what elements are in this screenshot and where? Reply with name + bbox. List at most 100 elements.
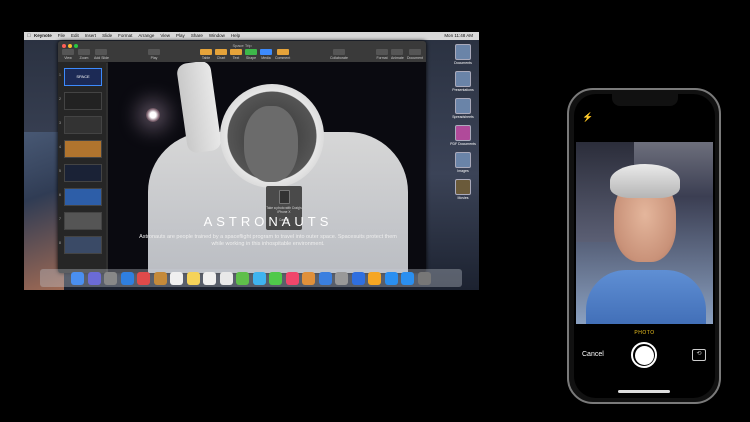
- dock-app-icon[interactable]: [285, 271, 299, 285]
- dock-app-icon[interactable]: [137, 271, 151, 285]
- toolbar-format-button[interactable]: Format: [376, 49, 388, 60]
- dock-app-icon[interactable]: [186, 271, 200, 285]
- toolbar-animate-button[interactable]: Animate: [391, 49, 404, 60]
- slide-number: 5: [59, 169, 61, 173]
- dock-app-icon[interactable]: [335, 271, 349, 285]
- flash-icon[interactable]: ⚡: [582, 112, 593, 123]
- mac-screen:  Keynote File Edit Insert Slide Format …: [24, 32, 479, 290]
- desktop-folder-spreadsheets[interactable]: Spreadsheets: [452, 98, 474, 119]
- folder-icon: [454, 44, 471, 60]
- slide-thumbnail[interactable]: 1 SPACE: [59, 68, 102, 86]
- chart-icon: [215, 49, 227, 55]
- menu-bar:  Keynote File Edit Insert Slide Format …: [24, 32, 479, 40]
- slide-number: 7: [59, 217, 61, 221]
- slide-thumbnail[interactable]: 7: [59, 212, 102, 230]
- dock-app-icon[interactable]: [302, 271, 316, 285]
- shutter-inner: [634, 345, 654, 365]
- dock-app-icon[interactable]: [170, 271, 184, 285]
- toolbar-collaborate-button[interactable]: Collaborate: [330, 49, 348, 60]
- toolbar-add-slide-button[interactable]: Add Slide: [94, 49, 109, 60]
- slide-thumbnail[interactable]: 3: [59, 116, 102, 134]
- menu-insert[interactable]: Insert: [85, 32, 96, 40]
- format-icon: [376, 49, 388, 55]
- toolbar-text-button[interactable]: Text: [230, 49, 242, 60]
- slide-thumbnail[interactable]: 5: [59, 164, 102, 182]
- desktop-folder-documents[interactable]: Documents: [454, 44, 472, 65]
- toolbar-label: Collaborate: [330, 56, 348, 60]
- toolbar-shape-button[interactable]: Shape: [245, 49, 257, 60]
- menu-edit[interactable]: Edit: [71, 32, 79, 40]
- slide-number: 3: [59, 121, 61, 125]
- toolbar-document-button[interactable]: Document: [407, 49, 423, 60]
- slide-number: 4: [59, 145, 61, 149]
- toolbar-zoom-button[interactable]: Zoom: [78, 49, 90, 60]
- desktop-folder-images[interactable]: Images: [455, 152, 471, 173]
- camera-mode-label[interactable]: PHOTO: [574, 330, 715, 336]
- menu-play[interactable]: Play: [176, 32, 185, 40]
- dock-app-icon[interactable]: [351, 271, 365, 285]
- apple-menu-icon[interactable]: : [24, 32, 34, 40]
- toolbar-view-button[interactable]: View: [62, 49, 74, 60]
- slide-canvas[interactable]: Take a photo with Craig's iPhone X Cance…: [108, 62, 426, 273]
- slide-thumbnail[interactable]: 8: [59, 236, 102, 254]
- slide-number: 8: [59, 241, 61, 245]
- menu-clock[interactable]: Mon 11:48 AM: [444, 32, 473, 40]
- toolbar-label: Table: [201, 56, 211, 60]
- toolbar-table-button[interactable]: Table: [200, 49, 212, 60]
- helmet-visor: [244, 106, 298, 182]
- menu-slide[interactable]: Slide: [102, 32, 112, 40]
- menu-help[interactable]: Help: [231, 32, 240, 40]
- desktop-folder-pdf-documents[interactable]: PDF Documents: [450, 125, 476, 146]
- toolbar-chart-button[interactable]: Chart: [215, 49, 227, 60]
- toolbar-comment-button[interactable]: Comment: [275, 49, 290, 60]
- text-icon: [230, 49, 242, 55]
- dock-app-icon[interactable]: [236, 271, 250, 285]
- slide-body-text[interactable]: Astronauts are people trained by a space…: [138, 234, 398, 248]
- toolbar-label: Zoom: [79, 56, 89, 60]
- slide-thumbnail-text: SPACE: [76, 74, 90, 79]
- dock-app-icon[interactable]: [318, 271, 332, 285]
- dock-app-icon[interactable]: [401, 271, 415, 285]
- slide-thumbnail[interactable]: 2: [59, 92, 102, 110]
- toolbar-label: Media: [261, 56, 271, 60]
- dock-app-icon[interactable]: [417, 271, 431, 285]
- dock-app-icon[interactable]: [104, 271, 118, 285]
- dock-app-icon[interactable]: [269, 271, 283, 285]
- menu-app-keynote[interactable]: Keynote: [34, 32, 52, 40]
- dock-app-icon[interactable]: [120, 271, 134, 285]
- menu-format[interactable]: Format: [118, 32, 132, 40]
- desktop-folders: Documents Presentations Spreadsheets PDF…: [448, 44, 478, 206]
- slide-title[interactable]: ASTRONAUTS: [108, 214, 426, 229]
- toolbar-label: Text: [232, 56, 240, 60]
- slide-thumbnail[interactable]: 6: [59, 188, 102, 206]
- toolbar-play-button[interactable]: Play: [148, 49, 160, 60]
- dock-app-icon[interactable]: [252, 271, 266, 285]
- iphone-camera-screen: ⚡ PHOTO Cancel ⟲: [574, 94, 715, 398]
- camera-preview: [576, 142, 713, 324]
- menu-window[interactable]: Window: [209, 32, 225, 40]
- menu-arrange[interactable]: Arrange: [138, 32, 154, 40]
- home-indicator[interactable]: [618, 390, 670, 393]
- zoom-icon: [78, 49, 90, 55]
- camera-cancel-button[interactable]: Cancel: [582, 351, 604, 358]
- toolbar-label: Add Slide: [94, 56, 109, 60]
- desktop-folder-presentations[interactable]: Presentations: [452, 71, 474, 92]
- dock-app-icon[interactable]: [87, 271, 101, 285]
- dock-app-icon[interactable]: [203, 271, 217, 285]
- shutter-button[interactable]: [631, 342, 657, 368]
- dock-app-icon[interactable]: [384, 271, 398, 285]
- dock-app-icon[interactable]: [368, 271, 382, 285]
- slide-thumbnail[interactable]: 4: [59, 140, 102, 158]
- toolbar-media-button[interactable]: Media: [260, 49, 272, 60]
- desktop-folder-movies[interactable]: Movies: [455, 179, 471, 200]
- menu-share[interactable]: Share: [191, 32, 203, 40]
- toolbar-label: Document: [407, 56, 423, 60]
- view-icon: [62, 49, 74, 55]
- dock-app-icon[interactable]: [219, 271, 233, 285]
- switch-camera-icon[interactable]: ⟲: [692, 349, 706, 361]
- window-title: Space Trip: [232, 43, 252, 48]
- dock-app-icon[interactable]: [71, 271, 85, 285]
- menu-view[interactable]: View: [160, 32, 170, 40]
- dock-app-icon[interactable]: [153, 271, 167, 285]
- menu-file[interactable]: File: [58, 32, 65, 40]
